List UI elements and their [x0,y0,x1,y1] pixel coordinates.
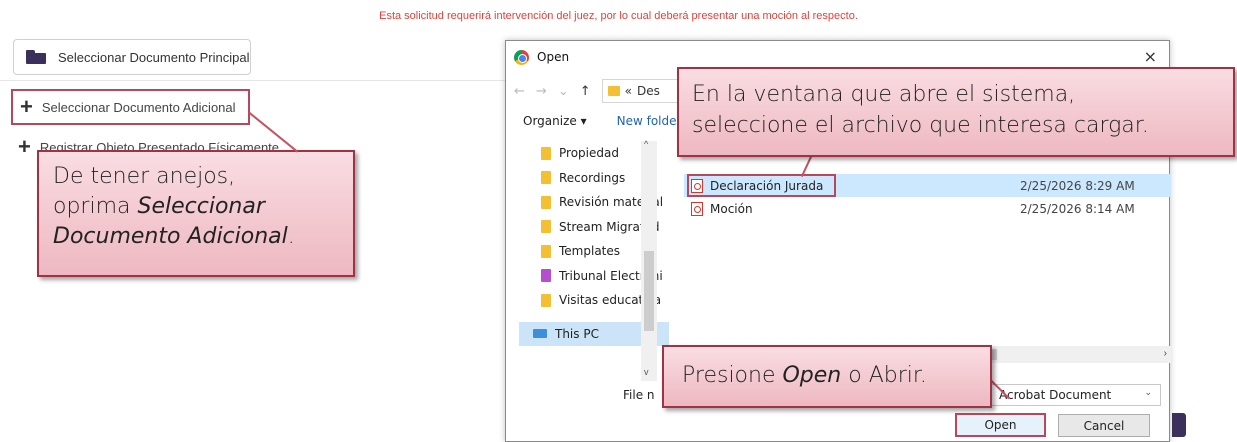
pdf-icon [691,201,703,216]
filetype-select[interactable]: Acrobat Document ⌄ [990,384,1161,406]
new-folder-button[interactable]: New folder [617,114,682,128]
callout-text: Open [782,363,842,388]
dialog-toolbar: Organize ▾ New folder [523,114,681,128]
nav-item-label: Propiedad [559,146,619,161]
select-main-document-button[interactable]: Seleccionar Documento Principal [13,39,251,75]
folder-icon [541,244,551,258]
callout-text: oprima Seleccionar [53,194,265,219]
file-list: Declaración Jurada 2/25/2026 8:29 AM Moc… [684,174,1171,220]
chrome-icon [514,49,529,65]
callout-text: Documento Adicional. [53,224,295,249]
close-icon[interactable]: × [1144,47,1157,66]
callout-text: De tener anejos, [53,164,236,189]
file-name: Moción [710,201,753,216]
folder-icon [607,86,620,96]
folder-icon [541,269,551,283]
instruction-callout-additional: De tener anejos, oprima Seleccionar Docu… [37,150,355,277]
file-date: 2/25/2026 8:29 AM [1020,178,1135,193]
select-main-document-label: Seleccionar Documento Principal [58,49,250,65]
background-button-edge[interactable] [1172,413,1186,437]
pdf-icon [691,178,703,193]
back-arrow-icon[interactable]: ← [514,84,525,99]
path-text: Des [636,84,660,98]
up-arrow-icon[interactable]: ↑ [580,84,591,99]
scroll-down-icon[interactable]: v [644,367,649,377]
filetype-value: Acrobat Document [999,388,1112,402]
nav-item-label: Templates [559,244,621,259]
scroll-thumb[interactable] [644,251,654,331]
computer-icon [533,329,547,339]
instruction-callout-select-file: En la ventana que abre el sistema, selec… [677,67,1235,157]
file-row[interactable]: Declaración Jurada 2/25/2026 8:29 AM [684,174,1171,197]
forward-arrow-icon[interactable]: → [536,84,547,99]
organize-menu[interactable]: Organize ▾ [523,114,587,128]
cancel-button[interactable]: Cancel [1058,414,1150,437]
nav-item-label: This PC [555,326,599,341]
scroll-right-icon[interactable]: › [1164,348,1167,359]
nav-item-label: Recordings [559,170,626,185]
folder-icon [26,50,46,64]
filename-label: File n [623,388,655,402]
address-bar: ← → ⌄ ↑ « Des [514,78,694,104]
divider [0,80,520,81]
selection-highlight [687,174,836,197]
select-additional-document-button[interactable]: + Seleccionar Documento Adicional [11,89,250,125]
scroll-up-icon[interactable]: ^ [644,139,648,149]
select-additional-document-label: Seleccionar Documento Adicional [41,99,236,115]
folder-icon [541,293,551,307]
warning-message: Esta solicitud requerirá intervención de… [379,10,858,22]
page: Esta solicitud requerirá intervención de… [0,0,1237,442]
folder-icon [541,171,551,185]
file-row[interactable]: Moción 2/25/2026 8:14 AM [684,197,1171,220]
history-chevron-icon[interactable]: ⌄ [558,84,569,99]
callout-text: o Abrir. [841,363,927,388]
folder-icon [541,195,551,209]
path-separator: « [624,84,632,98]
file-date: 2/25/2026 8:14 AM [1020,201,1135,216]
callout-text: Presione [682,363,783,388]
dialog-title: Open [537,50,570,64]
open-button[interactable]: Open [955,413,1046,437]
folder-icon [541,220,551,234]
plus-icon: + [20,94,33,119]
plus-icon: + [18,134,31,159]
folder-icon [541,146,551,160]
instruction-callout-open: Presione Open o Abrir. [662,345,992,408]
callout-text: seleccione el archivo que interesa carga… [692,113,1149,138]
chevron-down-icon: ⌄ [1144,388,1152,398]
navigation-scrollbar[interactable]: ^ v [641,139,657,381]
path-box[interactable]: « Des [601,79,680,103]
callout-text: En la ventana que abre el sistema, [692,82,1076,107]
